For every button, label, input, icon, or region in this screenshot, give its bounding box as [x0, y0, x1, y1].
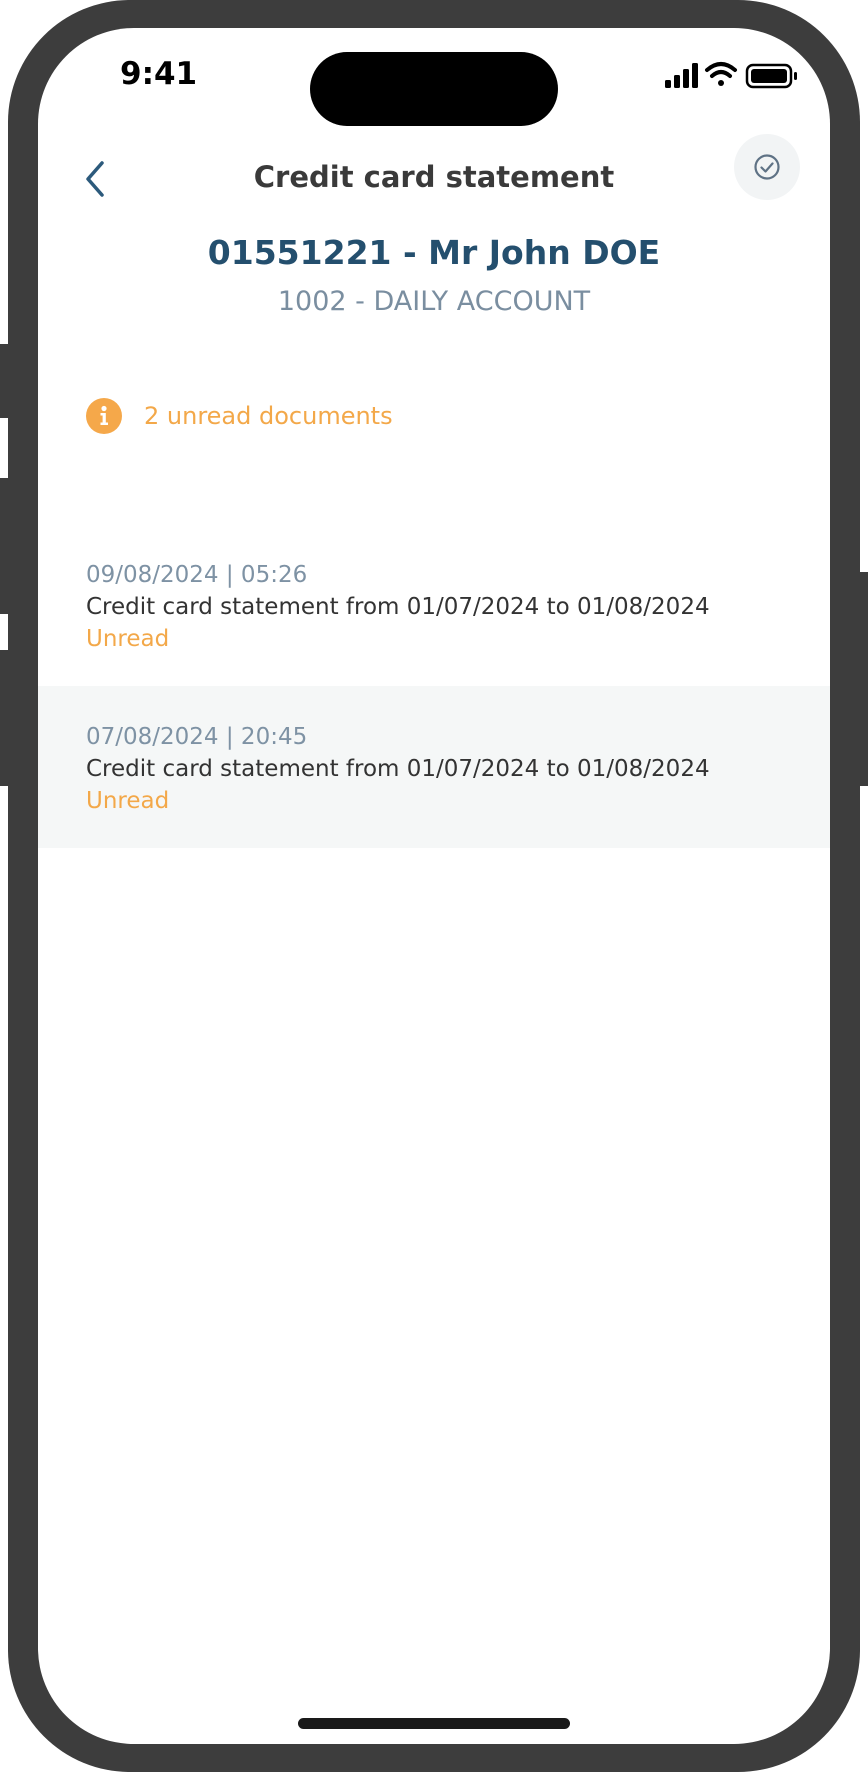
side-button-power	[858, 572, 868, 786]
document-title: Credit card statement from 01/07/2024 to…	[86, 756, 710, 782]
account-name-line: 1002 - DAILY ACCOUNT	[277, 286, 591, 317]
signal-icon	[665, 63, 698, 88]
document-date: 09/08/2024 | 05:26	[86, 562, 308, 588]
document-date: 07/08/2024 | 20:45	[86, 724, 308, 750]
list-item[interactable]: 07/08/2024 | 20:45 Credit card statement…	[38, 686, 830, 848]
status-time: 9:41	[120, 56, 198, 92]
navigation-bar: Credit card statement	[38, 138, 830, 248]
side-button-volume-up	[0, 478, 10, 614]
page-title: Credit card statement	[253, 160, 615, 194]
mark-all-read-button[interactable]	[734, 134, 800, 200]
wifi-icon	[705, 62, 737, 86]
side-button-action	[0, 344, 10, 418]
document-list: 09/08/2024 | 05:26 Credit card statement…	[38, 524, 830, 848]
status-icons	[665, 62, 797, 89]
info-icon	[86, 398, 122, 434]
unread-count-text: 2 unread documents	[144, 402, 393, 430]
back-button[interactable]	[68, 152, 122, 206]
status-bar: 9:41	[38, 28, 830, 138]
list-item[interactable]: 09/08/2024 | 05:26 Credit card statement…	[38, 524, 830, 686]
phone-screen: 9:41 Credit card statement 01551221 - Mr…	[38, 28, 830, 1744]
document-status: Unread	[86, 626, 170, 652]
chevron-left-icon	[86, 161, 104, 197]
document-status: Unread	[86, 788, 170, 814]
side-button-volume-down	[0, 650, 10, 786]
dynamic-island	[310, 52, 558, 126]
account-id-line: 01551221 - Mr John DOE	[207, 233, 661, 272]
unread-notice: 2 unread documents	[86, 398, 393, 434]
battery-icon	[745, 63, 797, 89]
check-circle-icon	[754, 154, 780, 180]
home-indicator[interactable]	[298, 1718, 570, 1729]
document-title: Credit card statement from 01/07/2024 to…	[86, 594, 710, 620]
info-glyph	[100, 405, 108, 425]
